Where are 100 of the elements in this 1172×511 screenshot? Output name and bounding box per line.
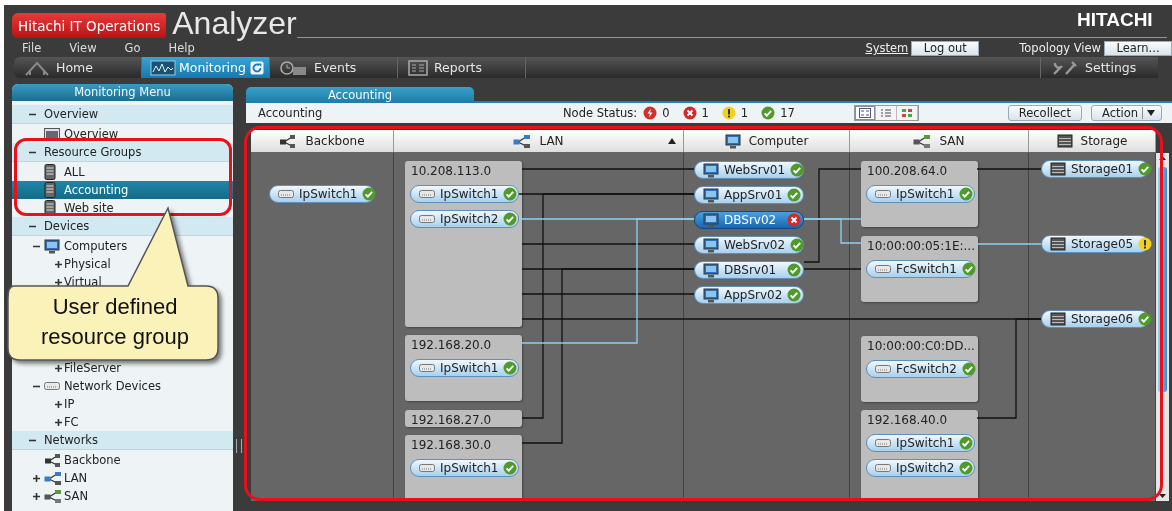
tree-item[interactable]: IP <box>12 395 233 413</box>
recollect-button[interactable]: Recollect <box>1007 105 1082 121</box>
nav-tab[interactable]: Monitoring <box>142 57 270 78</box>
group-label: 10:00:00:C0:DD... <box>867 339 975 353</box>
device-node[interactable]: IpSwitch1 <box>410 459 519 477</box>
device-node[interactable]: Storage05 <box>1041 235 1149 253</box>
plus-icon[interactable] <box>32 473 41 483</box>
tree-item[interactable]: Physical <box>12 255 233 273</box>
tree-item[interactable]: Web site <box>12 199 233 217</box>
splitter-handle[interactable] <box>236 439 242 453</box>
warning-icon <box>721 106 736 120</box>
learn-button[interactable]: Learn... <box>1104 40 1172 56</box>
column-header[interactable]: SAN <box>850 130 1029 152</box>
nav-tab[interactable]: Reports <box>398 57 526 78</box>
chart-icon <box>150 59 176 76</box>
server-icon <box>44 164 56 180</box>
tree-section[interactable]: Devices <box>12 217 233 236</box>
group-label: 192.168.30.0 <box>411 438 492 452</box>
group-name: Accounting <box>258 106 324 120</box>
monitor-icon <box>703 237 719 253</box>
column-header[interactable]: Computer <box>684 130 850 152</box>
switch-icon <box>419 463 435 473</box>
menu-item[interactable]: Go <box>124 41 141 55</box>
section-label: Overview <box>44 107 99 121</box>
refresh-icon[interactable] <box>249 60 264 75</box>
device-node[interactable]: DBSrv01 <box>694 261 804 279</box>
network-icon <box>913 134 932 148</box>
switch-icon <box>419 189 435 199</box>
device-node[interactable]: FcSwitch1 <box>866 260 975 278</box>
column-header[interactable]: LAN <box>394 130 684 152</box>
device-node[interactable]: IpSwitch1 <box>410 185 519 203</box>
window-icon <box>44 128 60 140</box>
house-icon <box>24 59 50 76</box>
plus-icon[interactable] <box>54 417 63 427</box>
section-label: Devices <box>44 219 90 233</box>
plus-icon[interactable] <box>54 399 63 409</box>
tree-item[interactable]: Backbone <box>12 451 233 469</box>
device-node[interactable]: AppSrv01 <box>694 186 804 204</box>
network-icon <box>44 471 62 485</box>
tree-section[interactable]: Resource Groups <box>12 143 233 162</box>
menu-item[interactable]: View <box>69 41 97 55</box>
view-tab[interactable]: Accounting <box>246 86 474 104</box>
tree-item[interactable]: FileServer <box>12 359 233 377</box>
device-node[interactable]: IpSwitch1 <box>866 185 975 203</box>
switch-icon <box>875 264 891 274</box>
group-label: 192.168.40.0 <box>867 413 948 427</box>
settings-button[interactable]: Settings <box>1040 57 1158 78</box>
switch-icon <box>44 381 60 391</box>
device-node[interactable]: IpSwitch2 <box>410 210 519 228</box>
plus-icon[interactable] <box>54 259 63 269</box>
scrollbar-thumb[interactable] <box>1158 167 1167 392</box>
tree-item[interactable]: Overview <box>12 125 233 143</box>
device-node[interactable]: IpSwitch2 <box>866 459 975 477</box>
switch-icon <box>278 189 294 199</box>
menu-item[interactable]: File <box>22 41 42 55</box>
scroll-down-icon[interactable] <box>1157 491 1168 501</box>
tree-item[interactable]: Network Devices <box>12 377 233 395</box>
menu-item[interactable]: Help <box>168 41 195 55</box>
view-mode-switch[interactable] <box>853 105 919 121</box>
device-node[interactable]: IpSwitch1 <box>269 185 375 203</box>
tree-item[interactable]: Computers <box>12 237 233 255</box>
group-label: 10.208.113.0 <box>411 164 492 178</box>
section-label: Resource Groups <box>44 145 142 159</box>
device-node[interactable]: WebSrv02 <box>694 236 804 254</box>
monitor-icon <box>703 212 719 228</box>
subnet-group[interactable]: 192.168.27.0 <box>405 410 522 427</box>
panel-title: Monitoring Menu <box>12 84 233 101</box>
device-node[interactable]: IpSwitch1 <box>866 434 975 452</box>
server-icon <box>44 182 56 198</box>
system-link[interactable]: System <box>865 41 909 55</box>
action-button[interactable]: Action <box>1090 105 1162 121</box>
plus-icon[interactable] <box>32 491 41 501</box>
device-node[interactable]: Storage06 <box>1041 310 1149 328</box>
device-node[interactable]: FcSwitch2 <box>866 360 975 378</box>
device-node[interactable]: WebSrv01 <box>694 161 804 179</box>
tree-item[interactable]: SAN <box>12 487 233 505</box>
nav-tab[interactable]: Events <box>270 57 398 78</box>
monitor-icon <box>44 238 60 254</box>
tree-item[interactable]: Accounting <box>12 181 233 199</box>
device-node[interactable]: IpSwitch1 <box>410 359 519 377</box>
tree-item[interactable]: ALL <box>12 163 233 181</box>
view-mode-button[interactable] <box>854 106 876 120</box>
network-icon <box>44 453 62 467</box>
device-node[interactable]: DBSrv02 <box>694 211 804 229</box>
plus-icon[interactable] <box>54 363 63 373</box>
tree-item[interactable]: FC <box>12 413 233 431</box>
brand-badge: Hitachi IT Operations <box>12 13 167 38</box>
logout-button[interactable]: Log out <box>911 40 980 56</box>
tree-section[interactable]: Networks <box>12 431 233 450</box>
connection-line <box>803 268 862 270</box>
view-mode-button[interactable] <box>896 106 918 120</box>
error-icon <box>682 106 697 120</box>
tree-section[interactable]: Overview <box>12 105 233 124</box>
column-header[interactable]: Storage <box>1029 130 1156 152</box>
tree-item[interactable]: LAN <box>12 469 233 487</box>
column-header[interactable]: Backbone <box>251 130 394 152</box>
device-node[interactable]: Storage01 <box>1041 160 1149 178</box>
device-node[interactable]: AppSrv02 <box>694 286 804 304</box>
server-icon <box>44 200 56 216</box>
status-label: Node Status: <box>563 106 638 120</box>
